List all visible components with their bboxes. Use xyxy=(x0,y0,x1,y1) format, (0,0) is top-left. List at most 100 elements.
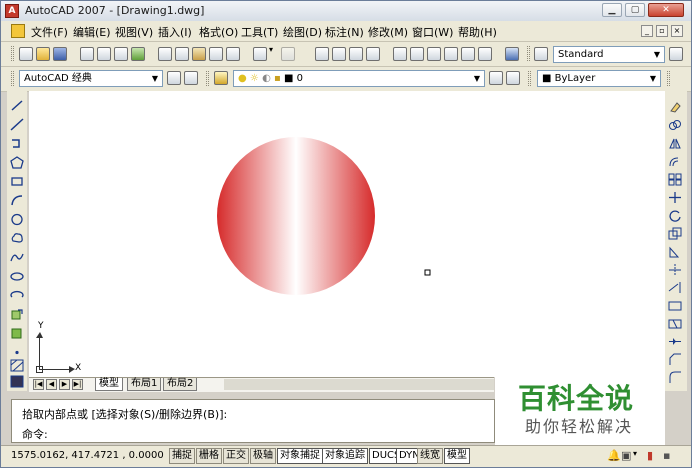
tool-palettes-icon[interactable] xyxy=(427,47,441,61)
join-icon[interactable] xyxy=(668,335,682,348)
first-tab-button[interactable]: |◀ xyxy=(33,379,44,390)
trim-icon[interactable] xyxy=(668,263,682,276)
move-icon[interactable] xyxy=(668,191,682,204)
text-style-icon[interactable] xyxy=(534,47,548,61)
drawing-doc-icon[interactable] xyxy=(11,24,25,38)
publish-icon[interactable] xyxy=(114,47,128,61)
mdi-restore-button[interactable]: ▫ xyxy=(656,25,668,37)
extend-icon[interactable] xyxy=(668,281,682,294)
ellipse-arc-icon[interactable] xyxy=(10,289,24,302)
otrack-toggle[interactable]: 对象追踪 xyxy=(322,448,368,464)
lineweight-toggle[interactable]: 线宽 xyxy=(417,448,443,464)
3d-dwf-icon[interactable] xyxy=(131,47,145,61)
layer-previous-icon[interactable] xyxy=(506,71,520,85)
plot-preview-icon[interactable] xyxy=(97,47,111,61)
toolbar-grip[interactable] xyxy=(667,71,670,86)
zoom-realtime-icon[interactable] xyxy=(332,47,346,61)
last-tab-button[interactable]: ▶| xyxy=(72,379,83,390)
mirror-icon[interactable] xyxy=(668,137,682,150)
tab-layout1[interactable]: 布局1 xyxy=(127,378,162,391)
gradient-hatched-circle[interactable] xyxy=(217,137,375,295)
color-select[interactable]: ■ ByLayer ▼ xyxy=(537,70,661,87)
array-icon[interactable] xyxy=(668,173,682,186)
menu-draw[interactable]: 绘图(D) xyxy=(283,24,322,40)
construction-line-icon[interactable] xyxy=(10,118,24,131)
make-object-layer-current-icon[interactable] xyxy=(489,71,503,85)
menu-window[interactable]: 窗口(W) xyxy=(412,24,453,40)
cut-icon[interactable] xyxy=(158,47,172,61)
arc-icon[interactable] xyxy=(10,194,24,207)
menu-insert[interactable]: 插入(I) xyxy=(158,24,192,40)
help-icon[interactable] xyxy=(505,47,519,61)
menu-file[interactable]: 文件(F) xyxy=(31,24,68,40)
stretch-icon[interactable] xyxy=(668,245,682,258)
circle-icon[interactable] xyxy=(10,213,24,226)
insert-block-icon[interactable] xyxy=(10,308,24,321)
break-icon[interactable] xyxy=(668,317,682,330)
design-center-icon[interactable] xyxy=(410,47,424,61)
fillet-icon[interactable] xyxy=(668,371,682,384)
close-button[interactable]: ✕ xyxy=(648,3,684,17)
chamfer-icon[interactable] xyxy=(668,353,682,366)
copy-icon[interactable] xyxy=(175,47,189,61)
menu-tools[interactable]: 工具(T) xyxy=(241,24,278,40)
dim-style-icon[interactable] xyxy=(669,47,683,61)
layer-manager-icon[interactable] xyxy=(214,71,228,85)
print-icon[interactable] xyxy=(80,47,94,61)
save-icon[interactable] xyxy=(53,47,67,61)
zoom-window-icon[interactable] xyxy=(349,47,363,61)
toolbar-grip[interactable] xyxy=(527,46,530,61)
layer-select[interactable]: ● ☼ ◐ ▪ ■ 0 ▼ xyxy=(233,70,485,87)
rotate-icon[interactable] xyxy=(668,209,682,222)
new-icon[interactable] xyxy=(19,47,33,61)
snap-toggle[interactable]: 捕捉 xyxy=(169,448,195,464)
rectangle-icon[interactable] xyxy=(10,175,24,188)
open-icon[interactable] xyxy=(36,47,50,61)
gradient-icon[interactable] xyxy=(10,375,24,388)
hatch-icon[interactable] xyxy=(10,359,24,372)
undo-icon[interactable] xyxy=(253,47,267,61)
polyline-icon[interactable] xyxy=(10,137,24,150)
mdi-close-button[interactable]: × xyxy=(671,25,683,37)
spline-icon[interactable] xyxy=(10,251,24,264)
polygon-icon[interactable] xyxy=(10,156,24,169)
copy-object-icon[interactable] xyxy=(668,119,682,132)
restore-button[interactable]: ▢ xyxy=(625,3,645,17)
chevron-down-icon[interactable]: ▾ xyxy=(633,449,637,458)
text-style-select[interactable]: Standard ▼ xyxy=(553,46,665,63)
mdi-minimize-button[interactable]: _ xyxy=(641,25,653,37)
chevron-down-icon[interactable]: ▾ xyxy=(269,45,273,54)
line-icon[interactable] xyxy=(10,99,24,112)
menu-dimension[interactable]: 标注(N) xyxy=(325,24,364,40)
workspace-settings-icon[interactable] xyxy=(167,71,181,85)
scale-icon[interactable] xyxy=(668,227,682,240)
menu-edit[interactable]: 编辑(E) xyxy=(73,24,111,40)
next-tab-button[interactable]: ▶ xyxy=(59,379,70,390)
lock-toolbar-icon[interactable]: ▣ xyxy=(621,449,631,463)
communication-center-icon[interactable]: 🔔 xyxy=(607,449,621,463)
paste-icon[interactable] xyxy=(192,47,206,61)
ortho-toggle[interactable]: 正交 xyxy=(223,448,249,464)
offset-icon[interactable] xyxy=(668,155,682,168)
make-block-icon[interactable] xyxy=(10,327,24,340)
break-at-point-icon[interactable] xyxy=(668,299,682,312)
properties-icon[interactable] xyxy=(393,47,407,61)
tab-model[interactable]: 模型 xyxy=(95,378,123,391)
polar-toggle[interactable]: 极轴 xyxy=(250,448,276,464)
previous-tab-button[interactable]: ◀ xyxy=(46,379,57,390)
command-window[interactable]: 拾取内部点或 [选择对象(S)/删除边界(B)]: 命令: xyxy=(11,399,495,443)
model-space-toggle[interactable]: 模型 xyxy=(444,448,470,464)
command-prompt[interactable]: 命令: xyxy=(22,426,48,442)
point-icon[interactable] xyxy=(10,346,24,359)
menu-view[interactable]: 视图(V) xyxy=(115,24,153,40)
tab-layout2[interactable]: 布局2 xyxy=(163,378,198,391)
osnap-toggle[interactable]: 对象捕捉 xyxy=(277,448,323,464)
workspace-select[interactable]: AutoCAD 经典 ▼ xyxy=(19,70,163,87)
ellipse-icon[interactable] xyxy=(10,270,24,283)
menu-modify[interactable]: 修改(M) xyxy=(368,24,408,40)
status-menu-icon[interactable]: ▪ xyxy=(663,449,670,463)
revision-cloud-icon[interactable] xyxy=(10,232,24,245)
markup-icon[interactable] xyxy=(461,47,475,61)
autocad-logo-icon[interactable]: A xyxy=(5,4,19,18)
zoom-previous-icon[interactable] xyxy=(366,47,380,61)
